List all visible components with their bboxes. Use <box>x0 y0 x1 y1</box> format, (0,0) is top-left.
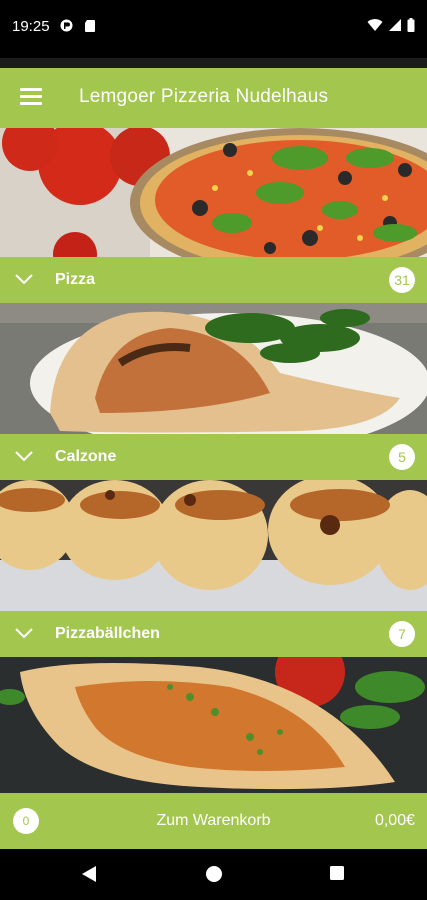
category-pizzaballs[interactable]: Pizzabällchen 7 <box>0 611 427 657</box>
battery-icon <box>407 18 415 32</box>
cart-total: 0,00€ <box>374 812 415 829</box>
app-title: Lemgoer Pizzeria Nudelhaus <box>79 86 329 107</box>
category-pizza[interactable]: Pizza 31 <box>0 257 427 303</box>
header-pizza-image <box>0 128 427 257</box>
status-icons <box>367 18 415 32</box>
cart-button-label: Zum Warenkorb <box>156 812 271 829</box>
system-nav-bar <box>0 849 427 900</box>
home-icon[interactable] <box>205 865 223 883</box>
chevron-down-icon <box>15 274 33 285</box>
app-screen: 19:25 Lemgoer Pizzeria Nudelhaus Pizza 3… <box>0 0 427 900</box>
calzone-image <box>0 303 427 434</box>
category-count-badge: 5 <box>389 444 415 470</box>
chevron-down-icon <box>15 451 33 462</box>
status-bar: 19:25 <box>0 0 427 58</box>
category-label: Calzone <box>55 448 117 465</box>
pizzaballs-image <box>0 480 427 611</box>
recents-icon[interactable] <box>329 865 345 881</box>
hamburger-menu-icon[interactable] <box>20 88 42 106</box>
back-icon[interactable] <box>81 865 97 883</box>
category-label: Pizzabällchen <box>55 625 160 642</box>
chevron-down-icon <box>15 628 33 639</box>
notification-app-icon <box>60 19 73 32</box>
status-time: 19:25 <box>12 18 50 35</box>
category-calzone[interactable]: Calzone 5 <box>0 434 427 480</box>
signal-icon <box>389 19 401 31</box>
pide-image <box>0 657 427 793</box>
category-count-badge: 7 <box>389 621 415 647</box>
wifi-icon <box>367 19 383 31</box>
category-label: Pizza <box>55 271 96 288</box>
cart-bar[interactable]: 0 Zum Warenkorb 0,00€ <box>0 793 427 849</box>
category-count-badge: 31 <box>389 267 415 293</box>
app-bar: Lemgoer Pizzeria Nudelhaus <box>0 68 427 128</box>
sd-card-icon <box>85 20 95 32</box>
